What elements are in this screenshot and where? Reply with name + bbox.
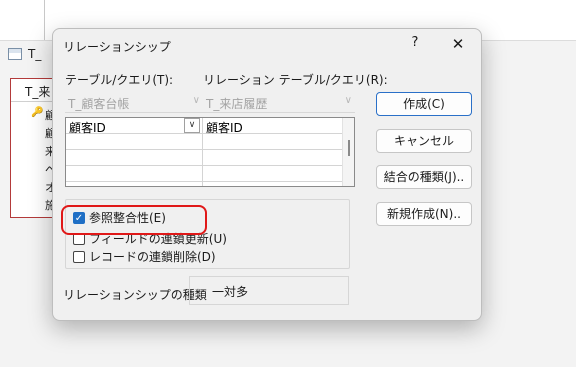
column-divider [202, 118, 203, 186]
relationship-type-value: 一対多 [189, 276, 349, 305]
relationships-dialog: リレーションシップ ? ✕ テーブル/クエリ(T): リレーション テーブル/ク… [52, 28, 482, 321]
help-button[interactable]: ? [407, 35, 423, 50]
primary-key-icon: 🔑 [31, 107, 44, 118]
cascade-delete-checkbox[interactable]: レコードの連鎖削除(D) [73, 248, 216, 265]
join-type-button[interactable]: 結合の種類(J).. [376, 165, 472, 189]
table-query-value: T_顧客台帳 [68, 97, 130, 111]
table-row[interactable]: 顧客ID ∨ 顧客ID [66, 118, 342, 135]
relationship-type-label: リレーションシップの種類 [63, 288, 207, 302]
table-query-label: テーブル/クエリ(T): [65, 73, 174, 87]
related-table-query-select[interactable]: T_来店履歴 ∨ [203, 93, 355, 113]
create-button[interactable]: 作成(C) [376, 92, 472, 116]
table-query-select[interactable]: T_顧客台帳 ∨ [65, 93, 203, 113]
related-table-query-label: リレーション テーブル/クエリ(R): [203, 73, 388, 87]
table-row[interactable] [66, 134, 342, 150]
chevron-down-icon: ∨ [344, 95, 352, 106]
dialog-title: リレーションシップ [63, 40, 171, 54]
table-row[interactable] [66, 150, 342, 166]
field-mapping-grid: 顧客ID ∨ 顧客ID [65, 117, 355, 187]
cascade-delete-label: レコードの連鎖削除(D) [89, 250, 216, 264]
highlight-annotation [61, 205, 207, 235]
vertical-scrollbar[interactable] [342, 118, 354, 186]
create-new-button[interactable]: 新規作成(N).. [376, 202, 472, 226]
checkbox-icon [73, 250, 85, 263]
table-icon [8, 48, 22, 60]
related-table-query-value: T_来店履歴 [206, 97, 268, 111]
table-row[interactable] [66, 166, 342, 182]
chevron-down-icon: ∨ [192, 95, 200, 106]
cancel-button[interactable]: キャンセル [376, 129, 472, 153]
background-divider [44, 0, 45, 40]
object-tab-label: T_ [28, 47, 42, 61]
close-button[interactable]: ✕ [449, 35, 467, 53]
object-tab[interactable]: T_ [8, 44, 41, 64]
chevron-down-icon[interactable]: ∨ [184, 118, 200, 133]
scrollbar-thumb[interactable] [348, 140, 350, 156]
